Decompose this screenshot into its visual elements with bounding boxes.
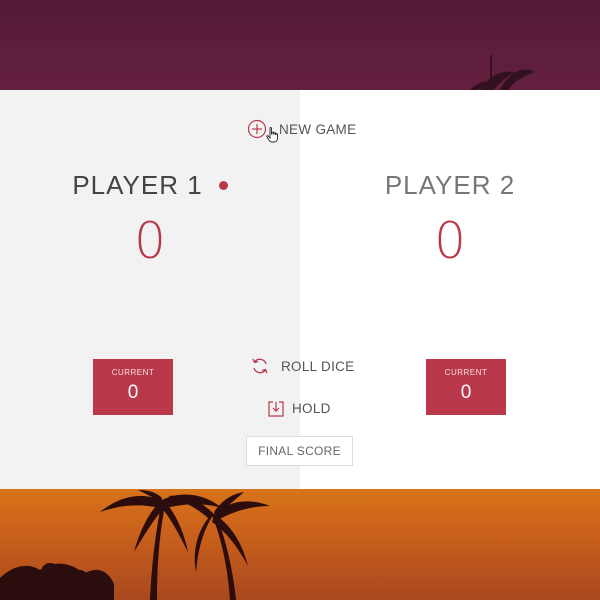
active-player-dot-icon xyxy=(218,180,228,190)
player-1-current-label: CURRENT xyxy=(111,368,155,377)
hold-button[interactable]: HOLD xyxy=(268,400,331,417)
new-game-button[interactable]: NEW GAME xyxy=(247,119,356,139)
plus-circle-icon xyxy=(247,119,267,139)
roll-dice-label: ROLL DICE xyxy=(281,358,355,374)
player-2-current-score: 0 xyxy=(460,382,472,403)
player-1-current-score: 0 xyxy=(127,382,139,403)
player-2-current-box: CURRENT 0 xyxy=(426,359,506,415)
player-2-score: 0 xyxy=(434,212,466,270)
player-2-panel: PLAYER 2 0 CURRENT 0 xyxy=(300,90,600,489)
game-board: PLAYER 1 0 CURRENT 0 PLAYER 2 0 CURRENT … xyxy=(0,90,600,489)
player-2-current-label: CURRENT xyxy=(444,368,488,377)
hand-cursor-icon xyxy=(266,127,278,143)
roll-dice-button[interactable]: ROLL DICE xyxy=(250,356,354,376)
hold-label: HOLD xyxy=(292,401,331,416)
refresh-icon xyxy=(252,358,268,374)
player-1-current-box: CURRENT 0 xyxy=(93,359,173,415)
player-1-name-text: PLAYER 1 xyxy=(72,170,203,200)
final-score-input[interactable]: FINAL SCORE xyxy=(246,436,353,466)
player-2-name: PLAYER 2 xyxy=(384,170,516,200)
player-1-panel: PLAYER 1 0 CURRENT 0 xyxy=(0,90,300,489)
new-game-label: NEW GAME xyxy=(279,121,357,137)
player-1-name: PLAYER 1 xyxy=(0,170,300,201)
download-icon xyxy=(268,401,284,417)
player-1-score: 0 xyxy=(134,212,166,270)
